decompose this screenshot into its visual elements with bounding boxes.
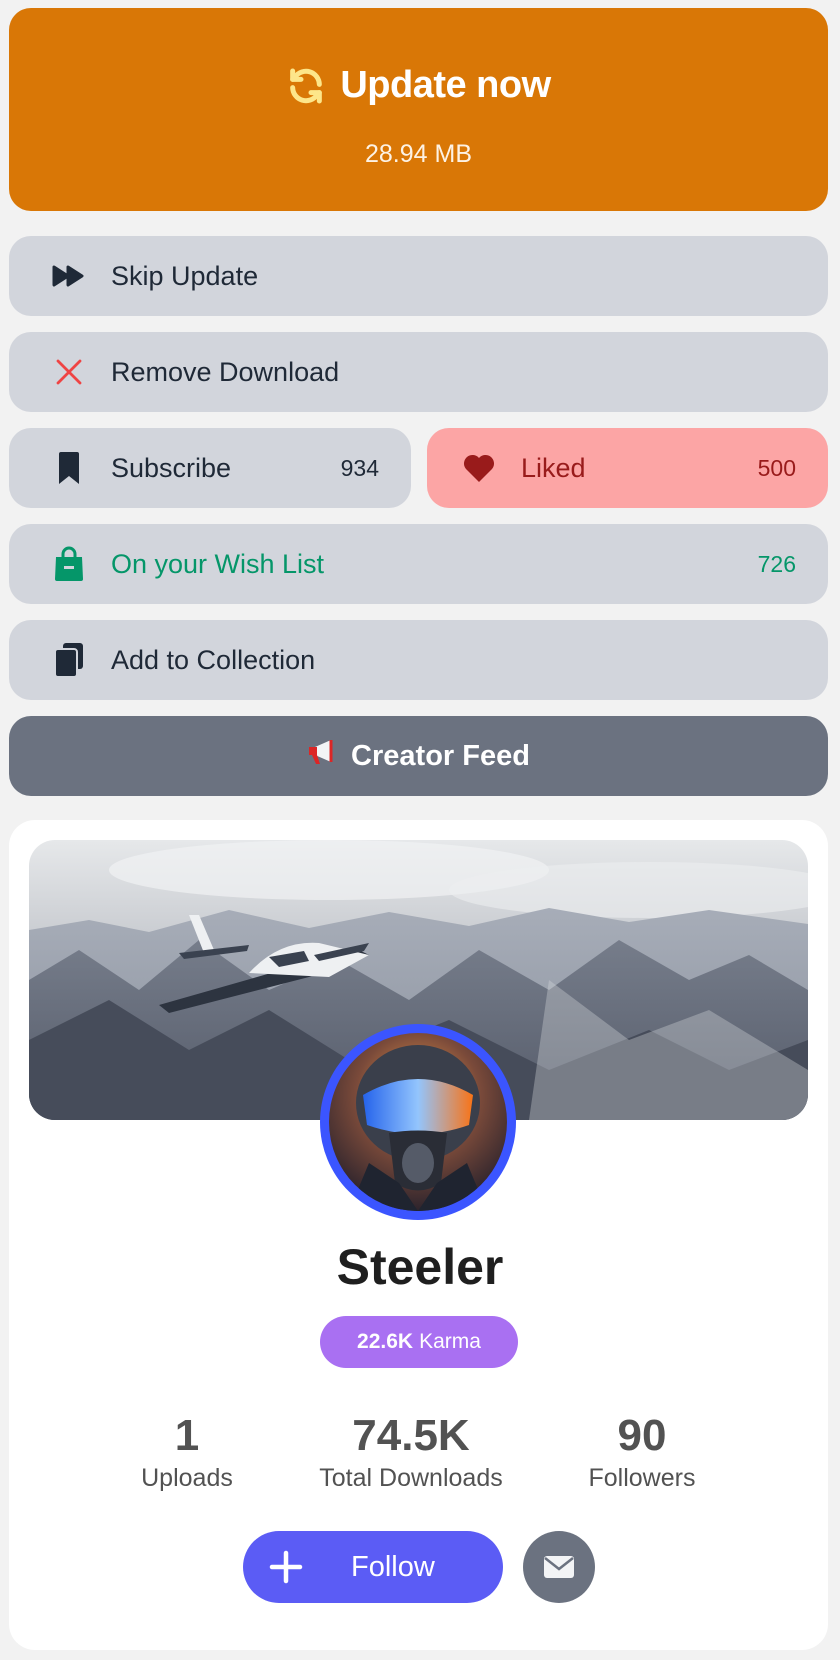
subscribe-label: Subscribe (111, 452, 232, 483)
stat-label: Followers (588, 1464, 696, 1492)
add-to-collection-button[interactable]: Add to Collection (9, 620, 828, 700)
stat-value: 1 (174, 1411, 200, 1460)
refresh-icon (290, 68, 323, 103)
envelope-icon (544, 1556, 574, 1578)
skip-update-button[interactable]: Skip Update (9, 236, 828, 316)
update-now-button[interactable]: Update now 28.94 MB (9, 8, 828, 211)
follow-button[interactable]: Follow (243, 1531, 503, 1603)
update-title: Update now (9, 64, 828, 107)
shopping-bag-icon (51, 546, 87, 582)
bookmark-icon (51, 450, 87, 486)
stat-total-downloads: 74.5K Total Downloads (301, 1410, 521, 1493)
close-icon (51, 354, 87, 390)
megaphone-icon (307, 739, 341, 773)
heart-icon (461, 450, 497, 486)
stat-followers: 90 Followers (572, 1410, 712, 1493)
wishlist-label: On your Wish List (111, 548, 325, 579)
creator-feed-button[interactable]: Creator Feed (9, 716, 828, 796)
profile-name: Steeler (336, 1239, 504, 1295)
add-to-collection-label: Add to Collection (111, 644, 316, 675)
update-size: 28.94 MB (364, 140, 472, 168)
stat-uploads: 1 Uploads (117, 1410, 257, 1493)
message-button[interactable] (523, 1531, 595, 1603)
remove-download-button[interactable]: Remove Download (9, 332, 828, 412)
liked-label: Liked (521, 452, 586, 483)
plus-icon (269, 1550, 303, 1584)
update-label: Update now (340, 64, 551, 106)
wishlist-count: 726 (757, 550, 796, 577)
karma-label: Karma (419, 1330, 481, 1353)
stat-label: Uploads (141, 1464, 233, 1492)
liked-count: 500 (757, 454, 796, 481)
stat-value: 74.5K (352, 1411, 470, 1460)
follow-label: Follow (351, 1550, 435, 1583)
skip-update-label: Skip Update (111, 260, 259, 291)
remove-download-label: Remove Download (111, 356, 340, 387)
subscribe-count: 934 (340, 454, 379, 481)
creator-feed-label: Creator Feed (351, 739, 530, 772)
clipboard-icon (51, 642, 87, 678)
liked-button[interactable]: Liked 500 (427, 428, 828, 508)
subscribe-button[interactable]: Subscribe 934 (9, 428, 411, 508)
stat-value: 90 (617, 1411, 667, 1460)
karma-badge: 22.6K Karma (320, 1316, 518, 1368)
avatar[interactable] (320, 1024, 516, 1220)
wishlist-button[interactable]: On your Wish List 726 (9, 524, 828, 604)
karma-value: 22.6K (357, 1330, 414, 1353)
avatar-image (329, 1033, 507, 1211)
stat-label: Total Downloads (319, 1464, 503, 1492)
fast-forward-icon (51, 258, 87, 294)
